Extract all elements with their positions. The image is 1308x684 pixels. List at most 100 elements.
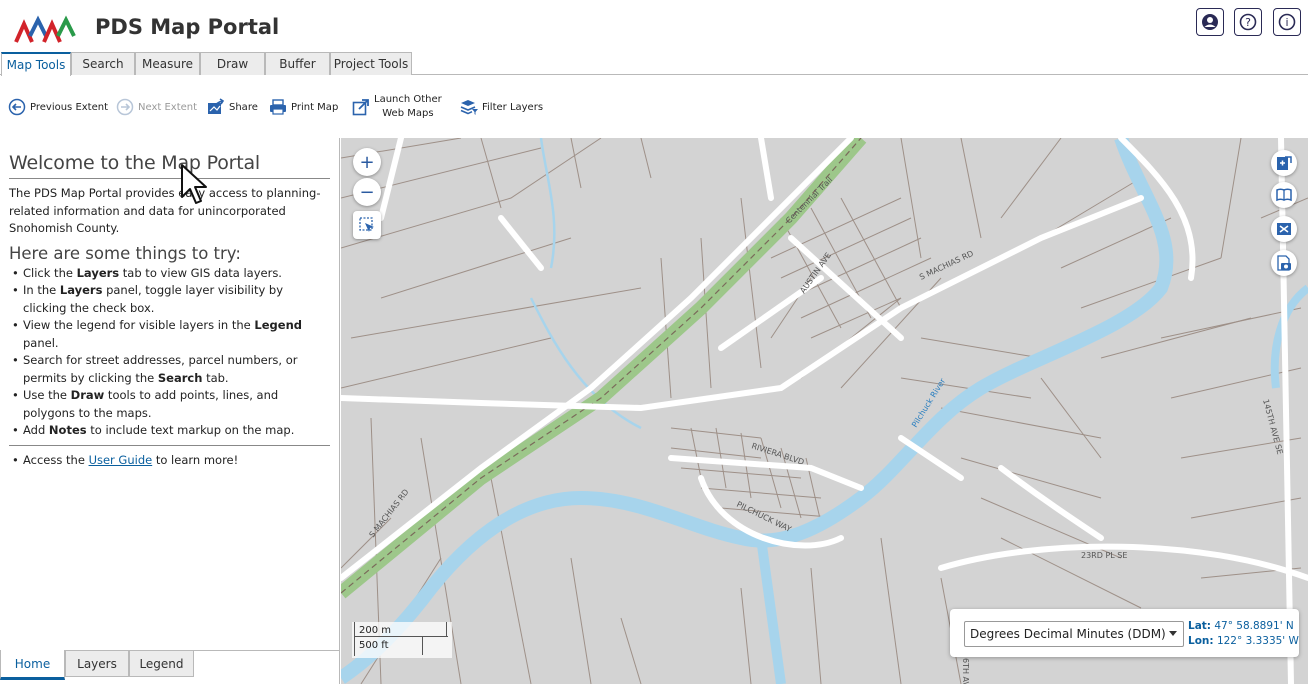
tip-keyword: Layers: [59, 283, 103, 297]
select-cursor-icon: [359, 217, 374, 232]
info-button[interactable]: i: [1273, 8, 1301, 36]
print-map-label: Print Map: [291, 101, 339, 113]
tab-buffer[interactable]: Buffer: [265, 52, 330, 75]
lat-label: Lat:: [1188, 620, 1211, 632]
scale-tick: [422, 637, 423, 655]
tip-text: to include text markup on the map.: [86, 423, 295, 437]
book-icon: [1276, 188, 1292, 202]
export-map-button[interactable]: [1271, 250, 1297, 276]
filter-layers-label: Filter Layers: [482, 101, 544, 113]
tab-map-tools[interactable]: Map Tools: [1, 52, 71, 76]
zoom-in-button[interactable]: +: [353, 148, 381, 176]
tab-search[interactable]: Search: [71, 52, 135, 75]
svg-text:?: ?: [1245, 16, 1251, 29]
scale-line-metric: [354, 636, 448, 637]
scale-imperial-label: 500 ft: [359, 640, 389, 651]
tip-text: Use the: [23, 388, 71, 402]
main-tabs: Map Tools Search Measure Draw Buffer Pro…: [0, 52, 1308, 76]
arrow-left-icon: [8, 98, 26, 116]
user-icon: [1202, 14, 1218, 30]
tab-layers[interactable]: Layers: [65, 651, 129, 677]
add-note-button[interactable]: [1271, 150, 1297, 176]
chevron-down-icon: [1169, 631, 1177, 636]
try-title: Here are some things to try:: [9, 243, 241, 263]
lon-label: Lon:: [1188, 635, 1214, 647]
scale-bar: 200 m 500 ft: [352, 622, 452, 658]
tab-project-tools[interactable]: Project Tools: [330, 52, 412, 75]
list-item: Click the Layers tab to view GIS data la…: [9, 265, 330, 283]
launch-web-maps-label: Launch Other Web Maps: [374, 93, 442, 121]
home-panel-content: Welcome to the Map Portal The PDS Map Po…: [9, 152, 330, 469]
help-icon: ?: [1239, 13, 1257, 31]
help-button[interactable]: ?: [1234, 8, 1262, 36]
select-tool-button[interactable]: [353, 211, 381, 239]
tab-measure[interactable]: Measure: [135, 52, 200, 75]
tip-keyword: Draw: [70, 388, 105, 402]
note-add-icon: [1277, 156, 1292, 170]
basemap[interactable]: Centennial Trail S MACHIAS RD AUSTIN AVE…: [341, 138, 1308, 684]
coordinate-format-select[interactable]: Degrees Decimal Minutes (DDM): [964, 621, 1184, 647]
tab-draw[interactable]: Draw: [200, 52, 265, 75]
share-label: Share: [229, 101, 258, 113]
tip-text: tab to view GIS data layers.: [119, 265, 282, 280]
tip-text: panel.: [23, 335, 59, 350]
coordinate-readout: Degrees Decimal Minutes (DDM) Lat: 47° 5…: [950, 609, 1299, 657]
share-icon: [208, 98, 225, 114]
intro-text: The PDS Map Portal provides easy access …: [9, 186, 321, 235]
list-item: View the legend for visible layers in th…: [9, 317, 330, 352]
app-title: PDS Map Portal: [95, 15, 280, 39]
scale-tick: [446, 622, 447, 637]
guide-list: Access the User Guide to learn more!: [9, 452, 330, 470]
arrow-right-icon: [116, 98, 134, 116]
longitude-row: Lon: 122° 3.3335' W: [1188, 634, 1299, 649]
map-camera-icon: [1277, 255, 1291, 271]
tips-list: Click the Layers tab to view GIS data la…: [9, 265, 330, 440]
zoom-out-button[interactable]: −: [353, 178, 381, 206]
tab-home[interactable]: Home: [0, 650, 65, 680]
pds-logo: [14, 15, 76, 43]
guide-text: Access the: [23, 452, 89, 467]
guide-book-button[interactable]: [1271, 182, 1297, 208]
map-toolbar: Previous Extent Next Extent Share Print …: [0, 76, 1308, 138]
lat-lon-values: Lat: 47° 58.8891' N Lon: 122° 3.3335' W: [1188, 619, 1299, 649]
filter-layers-button[interactable]: Filter Layers: [460, 76, 543, 138]
user-guide-link[interactable]: User Guide: [89, 453, 153, 467]
clear-map-button[interactable]: [1271, 216, 1297, 242]
list-item: Add Notes to include text markup on the …: [9, 422, 330, 440]
launch-web-maps-button[interactable]: Launch Other Web Maps: [352, 76, 442, 138]
user-button[interactable]: [1196, 8, 1224, 36]
tip-keyword: Notes: [48, 423, 87, 437]
printer-icon: [270, 99, 286, 115]
previous-extent-button[interactable]: Previous Extent: [8, 76, 108, 138]
share-button[interactable]: Share: [207, 76, 258, 138]
tip-text: Add: [23, 423, 49, 437]
tip-keyword: Search: [157, 370, 203, 385]
tip-keyword: Layers: [76, 265, 120, 280]
guide-text: to learn more!: [152, 452, 239, 467]
welcome-title: Welcome to the Map Portal: [9, 152, 330, 179]
info-icon: i: [1278, 13, 1296, 31]
tip-text: In the: [23, 283, 60, 297]
list-item: Search for street addresses, parcel numb…: [9, 352, 330, 387]
coordinate-format-value: Degrees Decimal Minutes (DDM): [970, 627, 1166, 641]
list-item: Access the User Guide to learn more!: [9, 452, 330, 470]
next-extent-label: Next Extent: [138, 101, 198, 113]
list-item: In the Layers panel, toggle layer visibi…: [9, 282, 330, 317]
svg-text:i: i: [1285, 16, 1288, 29]
map-clear-icon: [1277, 223, 1291, 235]
label-6th-ave: 6TH AVE: [961, 658, 970, 684]
launch-line-2: Web Maps: [382, 108, 434, 119]
list-item: Use the Draw tools to add points, lines,…: [9, 387, 330, 422]
next-extent-button[interactable]: Next Extent: [116, 76, 197, 138]
scale-tick: [354, 622, 355, 656]
tab-legend[interactable]: Legend: [129, 651, 194, 677]
tip-text: View the legend for visible layers in th…: [23, 318, 255, 332]
print-map-button[interactable]: Print Map: [269, 76, 338, 138]
lat-value: 47° 58.8891' N: [1214, 620, 1294, 632]
map-view[interactable]: Centennial Trail S MACHIAS RD AUSTIN AVE…: [341, 138, 1308, 684]
tip-text: tab.: [202, 370, 229, 385]
mouse-cursor-icon: [181, 164, 207, 204]
home-panel: Welcome to the Map Portal The PDS Map Po…: [0, 138, 340, 684]
lon-value: 122° 3.3335' W: [1216, 635, 1299, 647]
previous-extent-label: Previous Extent: [30, 101, 109, 113]
